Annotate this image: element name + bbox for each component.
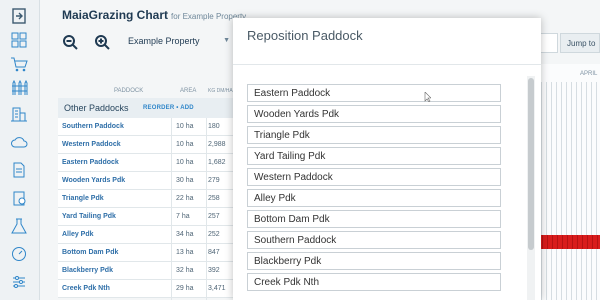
table-row[interactable]: Creek Pdk Nth 29 ha 3,471 [58, 280, 234, 298]
paddock-kg: 180 [208, 123, 220, 130]
modal-title: Reposition Paddock [247, 28, 363, 43]
zoom-in-button[interactable] [94, 34, 110, 50]
paddock-name[interactable]: Yard Tailing Pdk [62, 213, 116, 220]
table-row[interactable]: Bottom Dam Pdk 13 ha 847 [58, 244, 234, 262]
mouse-cursor-icon [424, 92, 431, 102]
zoom-out-icon [63, 35, 78, 50]
paddock-kg: 3,471 [208, 285, 226, 292]
section-other-paddocks: Other Paddocks REORDER • ADD [58, 98, 234, 118]
reorder-item[interactable]: Yard Tailing Pdk [247, 147, 501, 165]
paddock-name[interactable]: Blackberry Pdk [62, 267, 113, 274]
grazing-bar[interactable] [538, 235, 600, 249]
app-title-text: MaiaGrazing Chart [62, 8, 169, 22]
table-row[interactable]: Southern Paddock 10 ha 180 [58, 118, 234, 136]
reorder-item[interactable]: Creek Pdk Nth [247, 273, 501, 291]
paddock-area: 10 ha [176, 141, 194, 148]
paddock-kg: 847 [208, 249, 220, 256]
table-row[interactable]: Triangle Pdk 22 ha 258 [58, 190, 234, 208]
paddock-name[interactable]: Eastern Paddock [62, 159, 119, 166]
timeline-grid [536, 82, 600, 300]
property-select[interactable]: Example Property ▼ [122, 32, 234, 52]
paddock-name[interactable]: Triangle Pdk [62, 195, 104, 202]
paddock-area: 30 ha [176, 177, 194, 184]
column-divider [206, 118, 207, 300]
chevron-down-icon: ▼ [223, 37, 230, 44]
reorder-item[interactable]: Western Paddock [247, 168, 501, 186]
table-header: PADDOCK AREA KG DM/HA [58, 84, 234, 98]
table-row[interactable]: Blackberry Pdk 32 ha 392 [58, 262, 234, 280]
paddock-name[interactable]: Wooden Yards Pdk [62, 177, 125, 184]
paddock-area: 22 ha [176, 195, 194, 202]
gauge-icon[interactable] [10, 246, 28, 262]
header-paddock: PADDOCK [114, 88, 144, 94]
reorder-item[interactable]: Triangle Pdk [247, 126, 501, 144]
settings-icon[interactable] [10, 274, 28, 290]
table-row[interactable]: Yard Tailing Pdk 7 ha 257 [58, 208, 234, 226]
jump-to-button[interactable]: Jump to [560, 33, 600, 53]
zoom-in-icon [95, 35, 110, 50]
reorder-item[interactable]: Alley Pdk [247, 189, 501, 207]
paddock-area: 34 ha [176, 231, 194, 238]
table-row[interactable]: Eastern Paddock 10 ha 1,682 [58, 154, 234, 172]
table-row[interactable]: Western Paddock 10 ha 2,988 [58, 136, 234, 154]
paddock-kg: 1,682 [208, 159, 226, 166]
grid-icon[interactable] [10, 32, 28, 48]
paddock-kg: 258 [208, 195, 220, 202]
cloud-icon[interactable] [10, 134, 28, 150]
location-icon[interactable] [10, 190, 28, 206]
column-divider [171, 118, 172, 300]
timeline-month-label: APRIL [580, 71, 598, 77]
paddock-kg: 257 [208, 213, 220, 220]
section-title: Other Paddocks [64, 103, 129, 113]
table-row[interactable]: Alley Pdk 34 ha 252 [58, 226, 234, 244]
paddock-name[interactable]: Western Paddock [62, 141, 121, 148]
reorder-add-links[interactable]: REORDER • ADD [143, 105, 194, 111]
property-select-value: Example Property [128, 36, 200, 46]
cart-icon[interactable] [10, 56, 28, 72]
reorder-item[interactable]: Wooden Yards Pdk [247, 105, 501, 123]
document-icon[interactable] [10, 162, 28, 178]
app-title: MaiaGrazing Chart for Example Property [62, 8, 246, 22]
paddock-area: 7 ha [176, 213, 190, 220]
building-icon[interactable] [10, 106, 28, 122]
paddock-area: 32 ha [176, 267, 194, 274]
grazing-timeline: APRIL [536, 64, 600, 300]
paddock-name[interactable]: Bottom Dam Pdk [62, 249, 118, 256]
sidebar-rail [0, 0, 40, 300]
zoom-out-button[interactable] [62, 34, 78, 50]
paddock-area: 10 ha [176, 123, 194, 130]
paddock-kg: 279 [208, 177, 220, 184]
reorder-item[interactable]: Southern Paddock [247, 231, 501, 249]
modal-divider [233, 64, 541, 65]
paddock-area: 10 ha [176, 159, 194, 166]
reorder-item[interactable]: Bottom Dam Pdk [247, 210, 501, 228]
scrollbar-thumb[interactable] [528, 78, 534, 250]
paddock-kg: 2,988 [208, 141, 226, 148]
paddock-kg: 252 [208, 231, 220, 238]
flask-icon[interactable] [10, 218, 28, 234]
paddock-name[interactable]: Creek Pdk Nth [62, 285, 110, 292]
paddock-name[interactable]: Alley Pdk [62, 231, 94, 238]
paddock-area: 29 ha [176, 285, 194, 292]
paddock-area: 13 ha [176, 249, 194, 256]
paddock-kg: 392 [208, 267, 220, 274]
paddock-name[interactable]: Southern Paddock [62, 123, 124, 130]
reposition-paddock-modal: Reposition Paddock Eastern Paddock Woode… [233, 18, 541, 300]
fence-icon[interactable] [10, 79, 28, 96]
table-row[interactable]: Wooden Yards Pdk 30 ha 279 [58, 172, 234, 190]
reorder-item[interactable]: Blackberry Pdk [247, 252, 501, 270]
header-area: AREA [180, 88, 197, 94]
reorder-item[interactable]: Eastern Paddock [247, 84, 501, 102]
logout-icon[interactable] [10, 8, 28, 24]
header-kg: KG DM/HA [208, 88, 233, 94]
